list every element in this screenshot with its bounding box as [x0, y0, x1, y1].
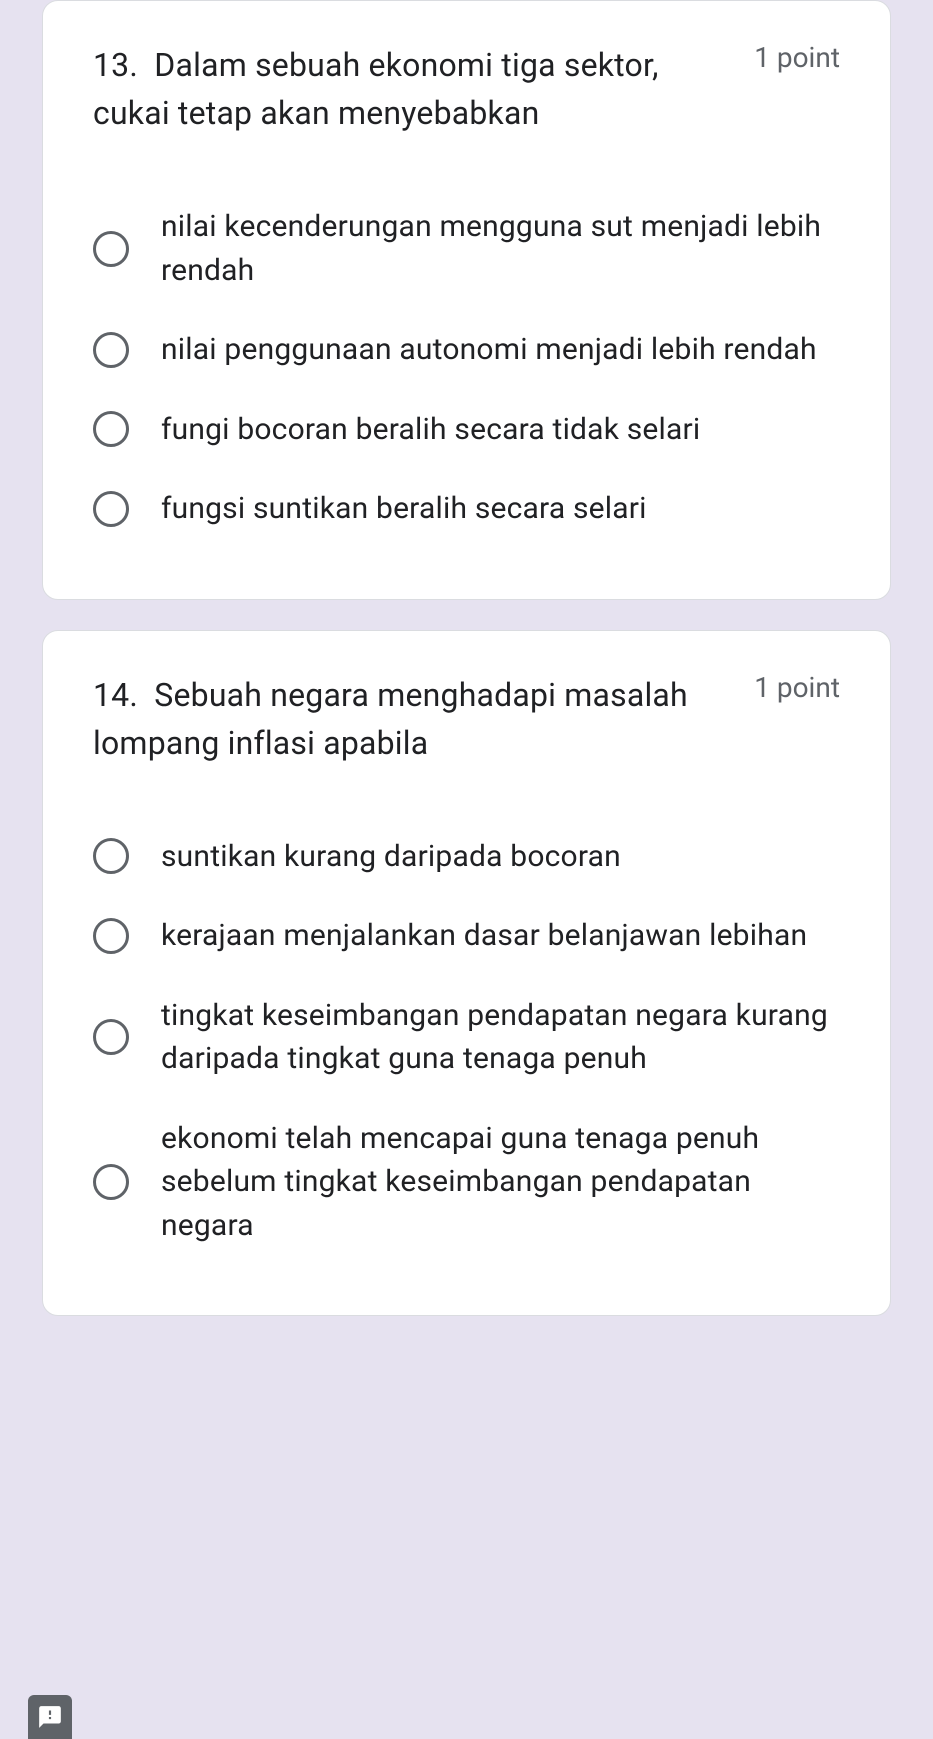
question-number: 14.	[93, 676, 138, 714]
option-label: ekonomi telah mencapai guna tenaga penuh…	[161, 1117, 840, 1248]
report-problem-button[interactable]	[28, 1695, 72, 1739]
radio-option[interactable]: nilai kecenderungan mengguna sut menjadi…	[93, 187, 840, 310]
option-label: fungi bocoran beralih secara tidak selar…	[161, 408, 700, 452]
question-body: Dalam sebuah ekonomi tiga sektor, cukai …	[93, 46, 659, 132]
question-body: Sebuah negara menghadapi masalah lompang…	[93, 676, 688, 762]
option-label: nilai penggunaan autonomi menjadi lebih …	[161, 328, 817, 372]
radio-icon	[93, 332, 129, 368]
question-text: 14. Sebuah negara menghadapi masalah lom…	[93, 671, 754, 767]
option-label: kerajaan menjalankan dasar belanjawan le…	[161, 914, 807, 958]
option-label: nilai kecenderungan mengguna sut menjadi…	[161, 205, 840, 292]
radio-icon	[93, 1019, 129, 1055]
radio-icon	[93, 491, 129, 527]
radio-option[interactable]: suntikan kurang daripada bocoran	[93, 817, 840, 897]
question-points: 1 point	[754, 41, 840, 74]
question-header: 13. Dalam sebuah ekonomi tiga sektor, cu…	[93, 41, 840, 137]
report-problem-icon	[37, 1704, 63, 1730]
radio-icon	[93, 838, 129, 874]
question-number: 13.	[93, 46, 138, 84]
radio-icon	[93, 918, 129, 954]
option-label: tingkat keseimbangan pendapatan negara k…	[161, 994, 840, 1081]
radio-option[interactable]: kerajaan menjalankan dasar belanjawan le…	[93, 896, 840, 976]
radio-option[interactable]: fungsi suntikan beralih secara selari	[93, 469, 840, 549]
question-text: 13. Dalam sebuah ekonomi tiga sektor, cu…	[93, 41, 754, 137]
radio-option[interactable]: fungi bocoran beralih secara tidak selar…	[93, 390, 840, 470]
question-header: 14. Sebuah negara menghadapi masalah lom…	[93, 671, 840, 767]
option-label: fungsi suntikan beralih secara selari	[161, 487, 647, 531]
radio-icon	[93, 231, 129, 267]
radio-option[interactable]: nilai penggunaan autonomi menjadi lebih …	[93, 310, 840, 390]
radio-icon	[93, 1164, 129, 1200]
question-card-13: 13. Dalam sebuah ekonomi tiga sektor, cu…	[42, 0, 891, 600]
radio-option[interactable]: tingkat keseimbangan pendapatan negara k…	[93, 976, 840, 1099]
question-points: 1 point	[754, 671, 840, 704]
radio-option[interactable]: ekonomi telah mencapai guna tenaga penuh…	[93, 1099, 840, 1266]
question-card-14: 14. Sebuah negara menghadapi masalah lom…	[42, 630, 891, 1317]
option-label: suntikan kurang daripada bocoran	[161, 835, 621, 879]
radio-icon	[93, 411, 129, 447]
